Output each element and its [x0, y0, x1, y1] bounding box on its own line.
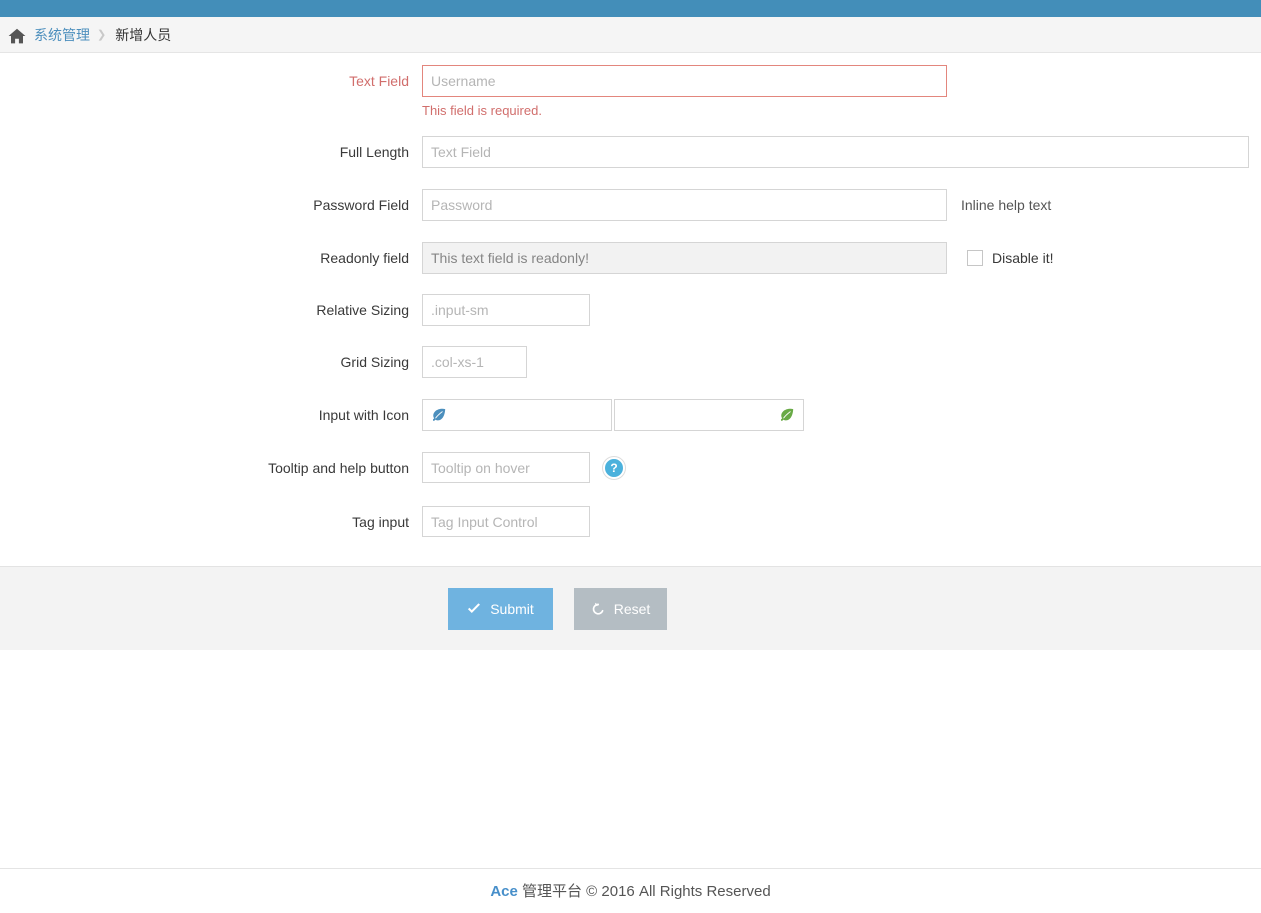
disable-it-label: Disable it!	[992, 250, 1054, 266]
form-row-password-field: Password Field Inline help text	[0, 189, 1261, 221]
password-field-input[interactable]	[422, 189, 947, 221]
label-password-field: Password Field	[313, 197, 409, 213]
text-field-error-message: This field is required.	[422, 103, 542, 118]
readonly-field-input[interactable]	[422, 242, 947, 274]
field-group-text-field: This field is required.	[422, 65, 1261, 119]
label-grid-sizing: Grid Sizing	[340, 354, 409, 370]
check-icon	[467, 602, 481, 615]
label-relative-sizing: Relative Sizing	[316, 302, 409, 318]
form-row-readonly-field: Readonly field Disable it!	[0, 242, 1261, 274]
reset-button-label: Reset	[613, 600, 651, 617]
footer-divider	[0, 868, 1261, 869]
question-mark-icon[interactable]: ?	[603, 457, 625, 479]
breadcrumb: 系统管理 ❯ 新增人员	[0, 17, 1261, 53]
form-row-tag-input: Tag input	[0, 506, 1261, 538]
form-row-text-field: Text Field This field is required.	[0, 65, 1261, 119]
home-icon[interactable]	[8, 28, 26, 44]
label-readonly-field: Readonly field	[320, 250, 409, 266]
submit-button-label: Submit	[490, 600, 534, 617]
tag-input[interactable]	[422, 506, 590, 537]
field-group-tooltip-help: ?	[422, 452, 1261, 483]
form-container: Text Field This field is required. Full …	[0, 65, 1261, 538]
breadcrumb-item-current: 新增人员	[115, 26, 172, 43]
reset-button[interactable]: Reset	[574, 587, 667, 630]
grid-sizing-input[interactable]	[422, 346, 527, 378]
label-tooltip-help-button: Tooltip and help button	[268, 460, 409, 476]
top-navbar	[0, 0, 1261, 17]
icon-input-right[interactable]	[614, 399, 804, 431]
field-group-full-length	[422, 136, 1261, 168]
full-length-input[interactable]	[422, 136, 1249, 168]
submit-button[interactable]: Submit	[448, 587, 553, 630]
field-group-tag-input	[422, 506, 1261, 537]
footer-text: 管理平台 © 2016 All Rights Reserved	[522, 883, 771, 900]
chevron-right-icon: ❯	[97, 29, 107, 41]
form-row-relative-sizing: Relative Sizing	[0, 294, 1261, 326]
text-field-input[interactable]	[422, 65, 947, 97]
field-group-input-with-icon	[422, 399, 1261, 431]
footer-brand: Ace	[490, 883, 518, 900]
disable-it-checkbox[interactable]	[967, 250, 983, 266]
form-row-tooltip-help: Tooltip and help button ?	[0, 452, 1261, 484]
field-group-grid-sizing	[422, 346, 1261, 378]
footer: Ace 管理平台 © 2016 All Rights Reserved	[0, 880, 1261, 901]
disable-it-checkbox-wrapper[interactable]: Disable it!	[967, 242, 1053, 274]
undo-icon	[591, 602, 605, 616]
breadcrumb-item-system-management[interactable]: 系统管理	[34, 25, 90, 45]
form-row-input-with-icon: Input with Icon	[0, 399, 1261, 431]
field-group-relative-sizing	[422, 294, 1261, 326]
form-actions-bar: Submit Reset	[0, 566, 1261, 650]
relative-sizing-input[interactable]	[422, 294, 590, 326]
label-full-length: Full Length	[339, 144, 409, 160]
form-row-full-length: Full Length	[0, 136, 1261, 168]
label-tag-input: Tag input	[352, 514, 409, 530]
leaf-icon	[431, 407, 447, 423]
password-inline-help-text: Inline help text	[961, 197, 1052, 213]
tooltip-input[interactable]	[422, 452, 590, 483]
label-text-field: Text Field	[349, 73, 409, 89]
field-group-password-field: Inline help text	[422, 189, 1261, 221]
form-row-grid-sizing: Grid Sizing	[0, 346, 1261, 378]
leaf-icon	[779, 407, 795, 423]
icon-input-left[interactable]	[422, 399, 612, 431]
field-group-readonly-field: Disable it!	[422, 242, 1261, 274]
label-input-with-icon: Input with Icon	[318, 407, 409, 423]
